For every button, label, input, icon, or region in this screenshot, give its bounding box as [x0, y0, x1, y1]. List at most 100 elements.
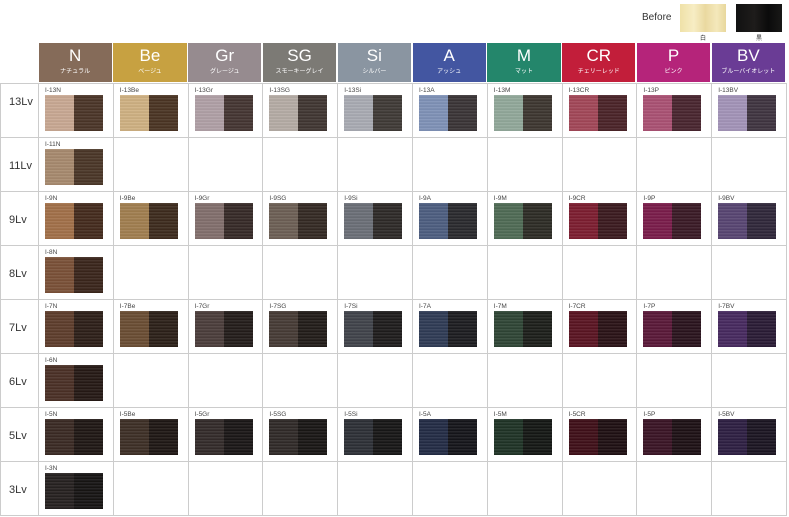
- white-caption: 白: [699, 36, 706, 42]
- swatch-cell: [561, 461, 637, 515]
- swatch-cell: I-9Be: [112, 191, 188, 245]
- swatch-on-black: [74, 473, 103, 509]
- grid-bottom-border: [0, 515, 787, 516]
- swatch-on-black: [298, 419, 328, 455]
- row-level-label: 7Lv: [0, 299, 38, 353]
- hair-swatch: [718, 203, 777, 239]
- swatch-on-black: [672, 203, 702, 239]
- swatch-on-white: [419, 95, 448, 131]
- swatch-on-white: [269, 419, 299, 455]
- swatch-on-white: [45, 203, 74, 239]
- before-legend: Before 白 黒: [640, 2, 788, 42]
- swatch-on-black: [74, 257, 103, 293]
- swatch-on-black: [298, 95, 328, 131]
- column-jp-name: スモーキーグレイ: [275, 69, 324, 75]
- swatch-code-label: I-13P: [643, 87, 659, 94]
- swatch-cell: [187, 353, 263, 407]
- swatch-on-white: [419, 311, 448, 347]
- swatch-on-black: [298, 203, 328, 239]
- swatch-on-white: [344, 311, 374, 347]
- hair-swatch: [45, 473, 103, 509]
- swatch-cell: [337, 461, 412, 515]
- swatch-on-white: [718, 419, 748, 455]
- swatch-cell: [711, 245, 786, 299]
- hair-swatch: [269, 203, 328, 239]
- swatch-cell: [486, 137, 562, 191]
- swatch-on-white: [45, 95, 74, 131]
- swatch-code-label: I-5CR: [568, 411, 586, 418]
- swatch-cell: [636, 245, 712, 299]
- column-jp-name: ブルーバイオレット: [721, 69, 776, 75]
- swatch-on-white: [119, 419, 149, 455]
- swatch-cell: [262, 245, 338, 299]
- swatch-cell: I-5CR: [561, 407, 637, 461]
- swatch-on-white: [568, 95, 598, 131]
- swatch-on-white: [419, 419, 448, 455]
- swatch-cell: I-5N: [38, 407, 113, 461]
- swatch-cell: I-9N: [38, 191, 113, 245]
- swatch-code-label: I-5Be: [119, 411, 136, 418]
- swatch-code-label: I-13CR: [568, 87, 590, 94]
- swatch-on-black: [298, 311, 328, 347]
- swatch-on-black: [672, 419, 702, 455]
- column-jp-name: アッシュ: [437, 69, 462, 75]
- hair-swatch: [419, 203, 477, 239]
- swatch-on-black: [747, 203, 777, 239]
- column-code: P: [667, 46, 680, 65]
- swatch-on-black: [74, 365, 103, 401]
- swatch-cell: I-5Si: [337, 407, 412, 461]
- row-level-label: 3Lv: [0, 461, 38, 515]
- swatch-on-black: [448, 95, 477, 131]
- swatch-on-white: [45, 149, 74, 185]
- swatch-cell: I-7SG: [262, 299, 338, 353]
- column-code: Si: [366, 46, 382, 65]
- swatch-code-label: I-9A: [419, 195, 431, 202]
- hair-swatch: [344, 95, 403, 131]
- swatch-cell: [711, 461, 786, 515]
- swatch-code-label: I-7P: [643, 303, 656, 310]
- hair-swatch: [568, 419, 627, 455]
- swatch-cell: [561, 245, 637, 299]
- swatch-on-black: [747, 419, 777, 455]
- swatch-on-white: [119, 95, 149, 131]
- swatch-on-white: [568, 311, 598, 347]
- swatch-code-label: I-9SG: [269, 195, 287, 202]
- hair-swatch: [45, 365, 103, 401]
- swatch-on-white: [643, 419, 673, 455]
- hair-swatch: [119, 311, 178, 347]
- swatch-code-label: I-9N: [45, 195, 58, 202]
- swatch-cell: [412, 245, 487, 299]
- swatch-code-label: I-6N: [45, 357, 58, 364]
- swatch-code-label: I-9P: [643, 195, 656, 202]
- swatch-on-white: [269, 203, 299, 239]
- swatch-code-label: I-7Be: [119, 303, 136, 310]
- swatch-on-black: [522, 311, 552, 347]
- swatch-on-black: [373, 419, 403, 455]
- swatch-on-white: [568, 203, 598, 239]
- hair-swatch: [568, 95, 627, 131]
- swatch-cell: [412, 461, 487, 515]
- swatch-cell: I-5SG: [262, 407, 338, 461]
- swatch-on-black: [74, 203, 103, 239]
- swatch-on-black: [522, 203, 552, 239]
- swatch-cell: [636, 353, 712, 407]
- swatch-code-label: I-5A: [419, 411, 431, 418]
- row-level-text: 7Lv: [9, 322, 27, 334]
- row-level-label: 5Lv: [0, 407, 38, 461]
- column-code: M: [516, 46, 532, 65]
- swatch-cell: [412, 353, 487, 407]
- hair-swatch: [718, 311, 777, 347]
- before-white-swatch: [680, 4, 726, 32]
- swatch-on-white: [269, 95, 299, 131]
- swatch-on-black: [373, 203, 403, 239]
- swatch-on-white: [45, 419, 74, 455]
- swatch-on-white: [344, 203, 374, 239]
- swatch-cell: [337, 137, 412, 191]
- swatch-cell: I-13Si: [337, 83, 412, 137]
- column-header-bv: BV ブルーバイオレット: [711, 43, 785, 82]
- hair-swatch: [493, 95, 552, 131]
- row-level-label: 11Lv: [0, 137, 38, 191]
- swatch-on-white: [45, 365, 74, 401]
- swatch-code-label: I-5BV: [718, 411, 735, 418]
- swatch-code-label: I-9CR: [568, 195, 586, 202]
